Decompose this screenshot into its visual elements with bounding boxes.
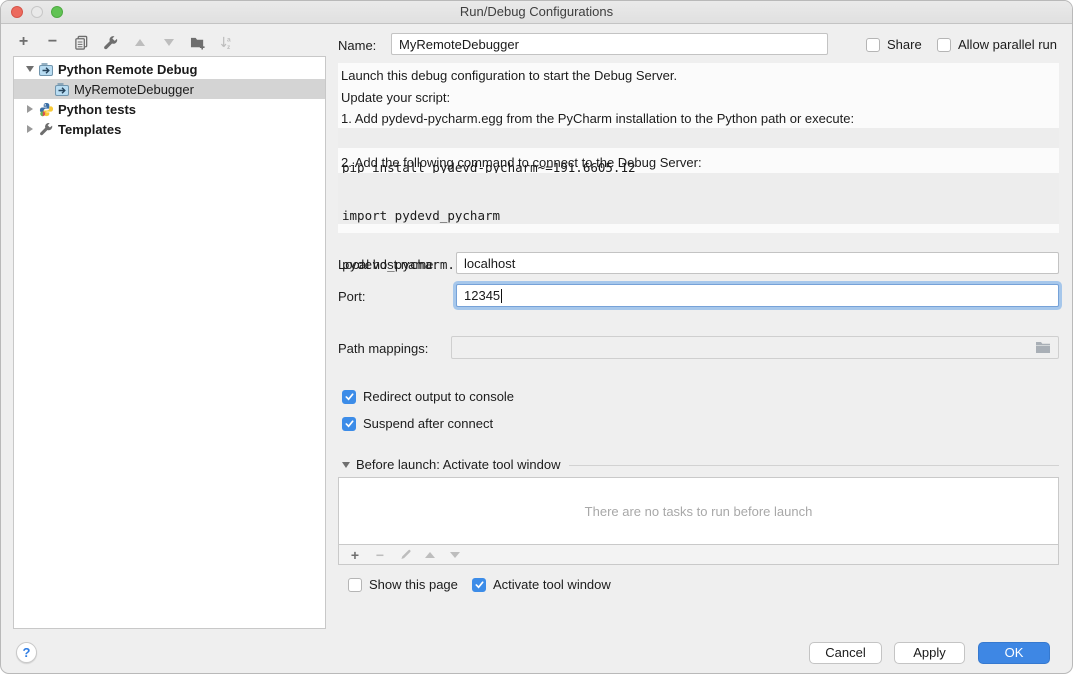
tree-item-myremotedebugger[interactable]: MyRemoteDebugger xyxy=(14,79,325,99)
suspend-after-connect-label: Suspend after connect xyxy=(363,416,493,431)
tree-item-label: MyRemoteDebugger xyxy=(74,82,194,97)
collapse-triangle-icon[interactable] xyxy=(342,462,350,468)
tree-item-label: Python Remote Debug xyxy=(58,62,197,77)
suspend-after-connect-checkbox[interactable] xyxy=(342,417,356,431)
show-this-page-option: Show this page xyxy=(348,577,458,592)
local-host-name-value: localhost xyxy=(464,256,515,271)
edit-task-icon xyxy=(398,548,412,562)
empty-tasks-text: There are no tasks to run before launch xyxy=(585,504,813,519)
settrace-code-block: import pydevd_pycharm pydevd_pycharm.set… xyxy=(338,173,1059,224)
activate-tool-window-checkbox[interactable] xyxy=(472,578,486,592)
move-up-icon xyxy=(131,34,148,51)
tree-item-python-remote-debug[interactable]: Python Remote Debug xyxy=(14,59,325,79)
move-task-up-icon xyxy=(423,548,437,562)
suspend-after-connect-option: Suspend after connect xyxy=(342,416,493,431)
description-step1: 1. Add pydevd-pycharm.egg from the PyCha… xyxy=(341,111,854,126)
add-task-icon[interactable]: + xyxy=(348,548,362,562)
remote-debug-config-icon xyxy=(38,63,54,76)
sort-alphabetically-icon: a z xyxy=(218,34,235,51)
share-label: Share xyxy=(887,37,922,52)
configurations-toolbar: + − a z xyxy=(15,32,235,52)
port-value: 12345 xyxy=(464,288,500,303)
remote-debug-config-icon xyxy=(54,83,70,96)
before-launch-tasks-panel[interactable]: There are no tasks to run before launch xyxy=(338,477,1059,545)
name-value: MyRemoteDebugger xyxy=(399,37,519,52)
description-pane: Launch this debug configuration to start… xyxy=(338,63,1059,233)
name-input[interactable]: MyRemoteDebugger xyxy=(391,33,828,55)
help-button[interactable]: ? xyxy=(16,642,37,663)
configurations-tree: Python Remote Debug MyRemoteDebugger xyxy=(13,56,326,629)
redirect-output-checkbox[interactable] xyxy=(342,390,356,404)
zoom-button[interactable] xyxy=(51,6,63,18)
remove-icon[interactable]: − xyxy=(44,34,61,51)
description-line: Launch this debug configuration to start… xyxy=(341,68,677,83)
description-step2: 2. Add the following command to connect … xyxy=(341,155,702,170)
browse-folder-icon[interactable] xyxy=(1035,341,1051,354)
activate-tool-window-option: Activate tool window xyxy=(472,577,611,592)
redirect-output-option: Redirect output to console xyxy=(342,389,514,404)
text-caret xyxy=(501,289,502,303)
port-input[interactable]: 12345 xyxy=(456,284,1059,307)
name-label: Name: xyxy=(338,38,376,53)
minimize-button xyxy=(31,6,43,18)
remove-task-icon: − xyxy=(373,548,387,562)
local-host-name-label: Local host name: xyxy=(338,257,437,272)
run-debug-configurations-dialog: Run/Debug Configurations + − xyxy=(0,0,1073,674)
local-host-name-input[interactable]: localhost xyxy=(456,252,1059,274)
wrench-icon xyxy=(38,122,54,136)
description-line: Update your script: xyxy=(341,90,450,105)
add-icon[interactable]: + xyxy=(15,34,32,51)
path-mappings-label: Path mappings: xyxy=(338,341,428,356)
window-title: Run/Debug Configurations xyxy=(1,1,1072,23)
section-separator xyxy=(569,465,1059,466)
expand-collapse-icon[interactable] xyxy=(22,125,38,133)
share-checkbox[interactable] xyxy=(866,38,880,52)
close-button[interactable] xyxy=(11,6,23,18)
show-this-page-checkbox[interactable] xyxy=(348,578,362,592)
expand-collapse-icon[interactable] xyxy=(22,66,38,72)
before-launch-header[interactable]: Before launch: Activate tool window xyxy=(342,457,561,472)
move-down-icon xyxy=(160,34,177,51)
edit-wrench-icon[interactable] xyxy=(102,34,119,51)
redirect-output-label: Redirect output to console xyxy=(363,389,514,404)
allow-parallel-run-label: Allow parallel run xyxy=(958,37,1057,52)
move-task-down-icon xyxy=(448,548,462,562)
svg-text:a: a xyxy=(227,36,231,43)
new-folder-icon[interactable] xyxy=(189,34,206,51)
cancel-button[interactable]: Cancel xyxy=(809,642,882,664)
code-line: import pydevd_pycharm xyxy=(338,206,1059,225)
path-mappings-input[interactable] xyxy=(451,336,1059,359)
allow-parallel-run-option: Allow parallel run xyxy=(937,37,1057,52)
tree-item-python-tests[interactable]: Python tests xyxy=(14,99,325,119)
ok-button[interactable]: OK xyxy=(978,642,1050,664)
svg-text:z: z xyxy=(227,44,231,50)
title-bar: Run/Debug Configurations xyxy=(1,1,1072,24)
activate-tool-window-label: Activate tool window xyxy=(493,577,611,592)
copy-icon[interactable] xyxy=(73,34,90,51)
before-launch-title: Before launch: Activate tool window xyxy=(356,457,561,472)
expand-collapse-icon[interactable] xyxy=(22,105,38,113)
tree-item-templates[interactable]: Templates xyxy=(14,119,325,139)
share-option: Share xyxy=(866,37,922,52)
tasks-toolbar: + − xyxy=(338,544,1059,565)
python-tests-icon xyxy=(38,102,54,117)
allow-parallel-run-checkbox[interactable] xyxy=(937,38,951,52)
tree-item-label: Templates xyxy=(58,122,121,137)
port-label: Port: xyxy=(338,289,365,304)
pip-install-code-block: pip install pydevd-pycharm~=191.6605.12 xyxy=(338,128,1059,148)
show-this-page-label: Show this page xyxy=(369,577,458,592)
tree-item-label: Python tests xyxy=(58,102,136,117)
apply-button[interactable]: Apply xyxy=(894,642,965,664)
